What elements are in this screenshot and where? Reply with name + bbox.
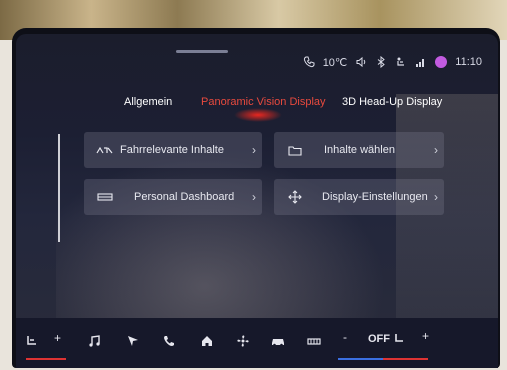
temperature-label: 10℃: [322, 56, 348, 69]
fan-icon[interactable]: [236, 334, 250, 348]
temp-plus-button[interactable]: +: [422, 329, 429, 343]
card-label: Inhalte wählen: [324, 144, 395, 156]
seat-heat-icon[interactable]: [24, 334, 42, 348]
move-icon: [280, 190, 310, 204]
recirculation-icon[interactable]: [393, 332, 405, 344]
phone-icon: [303, 56, 315, 68]
chevron-right-icon: ›: [252, 143, 256, 157]
bluetooth-icon: [375, 56, 387, 68]
card-personal-dashboard[interactable]: Personal Dashboard ›: [84, 179, 262, 215]
chevron-right-icon: ›: [434, 143, 438, 157]
infotainment-screen: 10℃ 11:10 Allgemein Panoramic Vision Dis…: [16, 34, 498, 368]
pull-down-handle[interactable]: [176, 50, 228, 53]
tab-allgemein[interactable]: Allgemein: [124, 96, 172, 108]
clock: 11:10: [455, 56, 482, 68]
tab-bar: Allgemein Panoramic Vision Display 3D He…: [66, 96, 486, 122]
temp-minus-button[interactable]: -: [343, 330, 347, 344]
card-inhalte-waehlen[interactable]: Inhalte wählen ›: [274, 132, 444, 168]
climate-status[interactable]: OFF: [368, 333, 390, 345]
signal-icon: [415, 56, 427, 68]
music-icon[interactable]: [88, 334, 102, 348]
rear-defrost-icon[interactable]: [306, 334, 322, 348]
gauge-icon: [90, 145, 120, 155]
left-divider: [58, 134, 60, 242]
tab-3d-head-up-display[interactable]: 3D Head-Up Display: [342, 96, 442, 108]
seat-heat-level: [26, 358, 66, 360]
navigation-icon[interactable]: [126, 334, 140, 348]
card-label: Fahrrelevante Inhalte: [120, 144, 224, 156]
profile-avatar[interactable]: [435, 56, 448, 68]
chevron-right-icon: ›: [434, 190, 438, 204]
chevron-right-icon: ›: [252, 190, 256, 204]
folder-icon: [280, 145, 310, 156]
volume-icon[interactable]: [355, 56, 367, 68]
card-display-einstellungen[interactable]: Display-Einstellungen ›: [274, 179, 444, 215]
phone-icon[interactable]: [162, 334, 176, 348]
card-label: Display-Einstellungen: [322, 191, 428, 203]
passenger-airbag-icon: [395, 56, 407, 68]
temperature-scale: [338, 358, 428, 360]
tab-panoramic-vision-display[interactable]: Panoramic Vision Display: [201, 96, 326, 108]
home-icon[interactable]: [200, 334, 214, 348]
card-label: Personal Dashboard: [134, 191, 235, 203]
dashboard-icon: [90, 192, 120, 202]
status-bar: 10℃ 11:10: [303, 54, 482, 70]
car-icon[interactable]: [270, 334, 286, 348]
seat-heat-plus[interactable]: +: [54, 331, 61, 345]
bottom-bar: + - OFF +: [16, 318, 498, 368]
card-fahrrelevante-inhalte[interactable]: Fahrrelevante Inhalte ›: [84, 132, 262, 168]
